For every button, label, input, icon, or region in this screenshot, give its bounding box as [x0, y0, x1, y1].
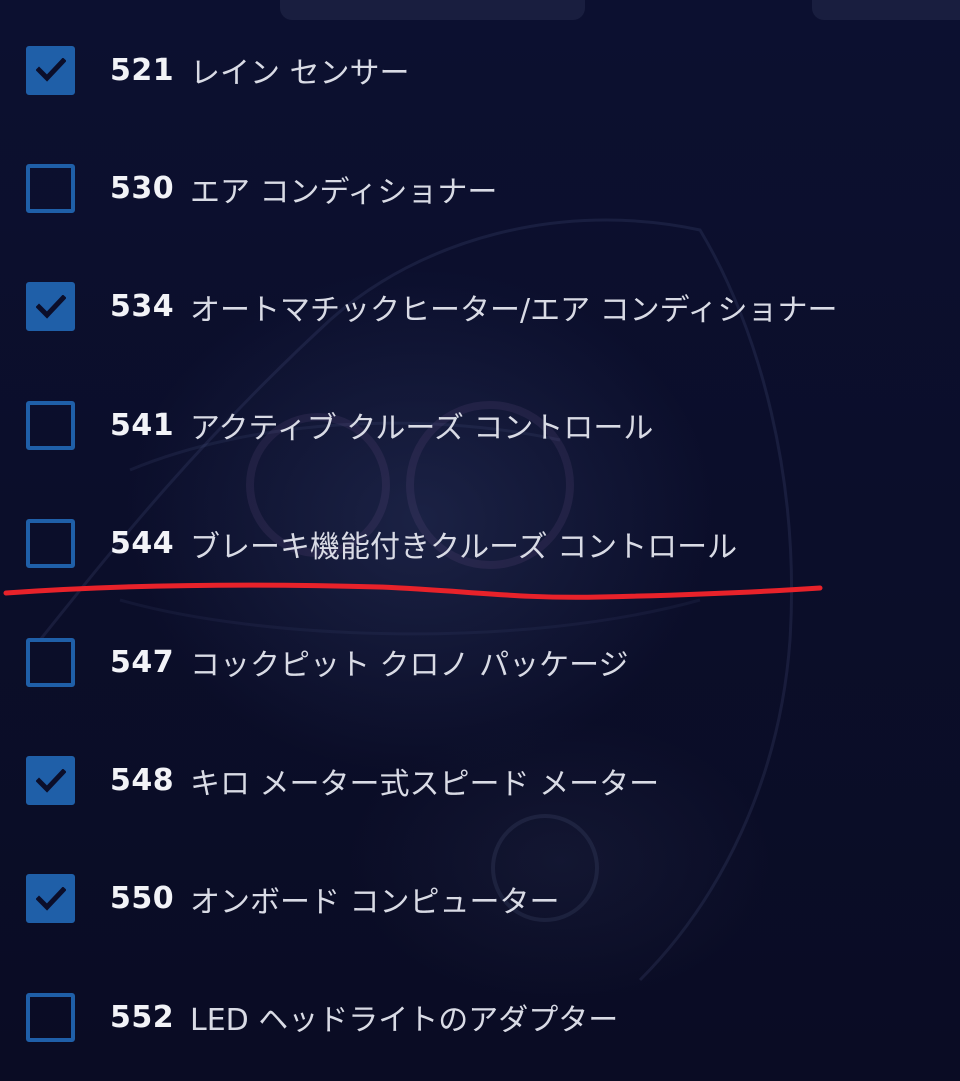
option-label: LED ヘッドライトのアダプター [190, 1003, 619, 1039]
option-label: キロ メーター式スピード メーター [190, 766, 660, 802]
option-label: コックピット クロノ パッケージ [190, 648, 629, 684]
option-list-screen: 521 レイン センサー 530 エア コンディショナー 534 オートマチック… [0, 0, 960, 1081]
checkmark-icon [35, 58, 66, 82]
option-code: 547 [110, 644, 175, 680]
option-item-544[interactable]: 544 ブレーキ機能付きクルーズ コントロール [0, 485, 960, 603]
option-list: 521 レイン センサー 530 エア コンディショナー 534 オートマチック… [0, 11, 960, 1077]
option-code: 548 [110, 763, 175, 799]
checkmark-icon [35, 294, 66, 319]
option-label: オンボード コンピューター [190, 884, 560, 920]
checkbox[interactable] [26, 519, 75, 569]
checkmark-icon [35, 768, 66, 793]
option-code: 544 [110, 526, 175, 562]
option-item-541[interactable]: 541 アクティブ クルーズ コントロール [0, 366, 960, 484]
option-code: 550 [110, 881, 175, 917]
option-item-548[interactable]: 548 キロ メーター式スピード メーター [0, 721, 960, 839]
option-label: レイン センサー [190, 56, 410, 92]
option-item-534[interactable]: 534 オートマチックヒーター/エア コンディショナー [0, 248, 960, 366]
option-label: エア コンディショナー [190, 174, 498, 210]
option-item-547[interactable]: 547 コックピット クロノ パッケージ [0, 603, 960, 721]
option-item-521[interactable]: 521 レイン センサー [0, 11, 960, 129]
option-code: 534 [110, 289, 175, 325]
checkmark-icon [35, 886, 66, 911]
checkbox[interactable] [26, 282, 75, 332]
checkbox[interactable] [26, 992, 75, 1042]
option-code: 530 [110, 171, 175, 207]
checkbox[interactable] [26, 400, 75, 450]
checkbox[interactable] [26, 45, 75, 95]
option-label: オートマチックヒーター/エア コンディショナー [190, 292, 838, 328]
option-label: ブレーキ機能付きクルーズ コントロール [190, 529, 738, 565]
option-item-550[interactable]: 550 オンボード コンピューター [0, 840, 960, 958]
option-item-530[interactable]: 530 エア コンディショナー [0, 129, 960, 247]
checkbox[interactable] [26, 756, 75, 806]
option-label: アクティブ クルーズ コントロール [190, 411, 654, 447]
checkbox[interactable] [26, 164, 75, 214]
checkbox[interactable] [26, 874, 75, 924]
option-item-552[interactable]: 552 LED ヘッドライトのアダプター [0, 958, 960, 1076]
option-code: 521 [110, 52, 175, 88]
option-code: 552 [110, 999, 175, 1035]
option-code: 541 [110, 407, 175, 443]
checkbox[interactable] [26, 637, 75, 687]
